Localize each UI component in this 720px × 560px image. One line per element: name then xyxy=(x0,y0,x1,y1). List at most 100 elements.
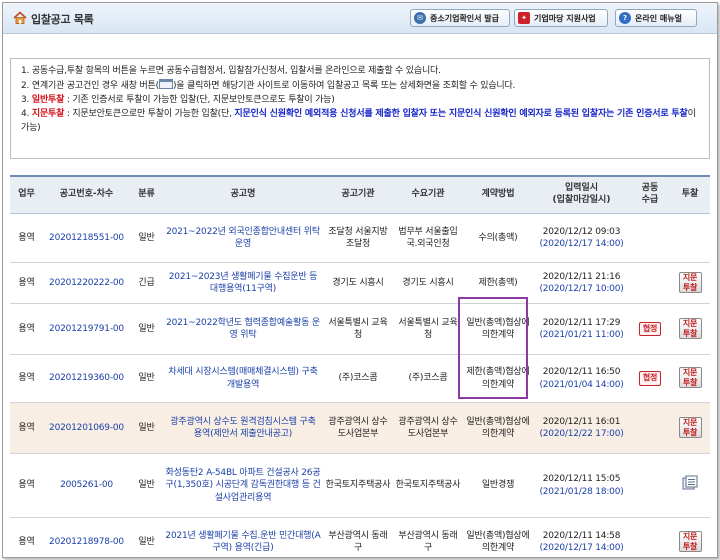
joint-agreement-button[interactable]: 협정 xyxy=(638,321,662,337)
business-support-button[interactable]: ✦ 기업마당 지원사업 xyxy=(514,9,608,27)
table-row[interactable]: 용역 20201218551-00 일반 2021~2022년 외국인종합안내센터 위… xyxy=(10,213,710,263)
cell-biz: 용역 xyxy=(10,402,43,454)
cell-method: 일반(총액)협상에의한계약 xyxy=(463,303,533,355)
notice-line-3: 3. 일반투찰 : 기존 인증서로 투찰이 가능한 입찰(단, 지문보안토큰으로… xyxy=(21,94,335,105)
col-demand: 수요기관 xyxy=(393,175,463,214)
table-header-row: 업무 공고번호-차수 분류 공고명 공고기관 수요기관 계약방법 입력일시 (입찰… xyxy=(10,175,710,214)
cell-name: 차세대 시장시스템(매매체결시스템) 구축 개발용역 xyxy=(163,354,323,403)
cell-demand: 한국토지주택공사 xyxy=(393,453,463,518)
help-icon: ? xyxy=(619,12,631,24)
cell-type: 긴급 xyxy=(130,262,163,304)
notice-line-2: 2. 연계기관 공고건인 경우 새창 버튼()을 클릭하면 해당기관 사이트로 … xyxy=(21,78,516,91)
cell-date: 2020/12/11 16:01 (2020/12/22 17:00) xyxy=(533,402,630,454)
cell-method: 제한(총액)협상에의한계약 xyxy=(463,354,533,403)
table-row[interactable]: 용역 2005261-00 일반 화성동탄2 A-54BL 아파트 건설공사 26공구… xyxy=(10,453,710,518)
cell-biz: 용역 xyxy=(10,453,43,518)
cell-bid: 지문 투찰 xyxy=(670,303,710,355)
cell-type: 일반 xyxy=(130,402,163,454)
new-window-icon[interactable] xyxy=(682,475,698,491)
table-row[interactable]: 용역 20201218978-00 일반 2021년 생활폐기물 수집.운반 민간대행… xyxy=(10,517,710,557)
cell-name: 화성동탄2 A-54BL 아파트 건설공사 26공구(1,350호) 시공단계 … xyxy=(163,453,323,518)
cell-name: 2021년 생활폐기물 수집.운반 민간대행(A구역) 용역(긴급) xyxy=(163,517,323,557)
cell-method: 제한(총액) xyxy=(463,262,533,304)
col-method: 계약방법 xyxy=(463,175,533,214)
cell-notice-no: 20201218551-00 xyxy=(43,213,130,263)
cell-biz: 용역 xyxy=(10,354,43,403)
cell-biz: 용역 xyxy=(10,213,43,263)
cell-org: 부산광역시 동래구 xyxy=(323,517,393,557)
notice-line-1: 1. 공동수급,투찰 항목의 버튼을 누르면 공동수급협정서, 입찰참가신청서,… xyxy=(21,66,441,76)
window-frame: 입찰공고 목록 ✉ 중소기업확인서 발급 ✦ 기업마당 지원사업 ? 온라인 매… xyxy=(2,2,718,558)
fingerprint-bid-button[interactable]: 지문 투찰 xyxy=(678,530,702,552)
notice-name-link[interactable]: 화성동탄2 A-54BL 아파트 건설공사 26공구(1,350호) 시공단계 … xyxy=(165,468,320,502)
notice-no-link[interactable]: 20201201069-00 xyxy=(49,423,124,433)
col-name: 공고명 xyxy=(163,175,323,214)
notice-no-link[interactable]: 20201220222-00 xyxy=(49,278,124,288)
cell-biz: 용역 xyxy=(10,517,43,557)
notice-no-link[interactable]: 20201218551-00 xyxy=(49,233,124,243)
cell-date: 2020/12/11 14:58 (2020/12/17 14:00) xyxy=(533,517,630,557)
cell-notice-no: 20201219360-00 xyxy=(43,354,130,403)
fingerprint-bid-button[interactable]: 지문 투찰 xyxy=(678,271,702,293)
cell-bid: 지문 투찰 xyxy=(670,262,710,304)
table-row[interactable]: 용역 20201219360-00 일반 차세대 시장시스템(매매체결시스템) 구축 … xyxy=(10,354,710,403)
cell-demand: 부산광역시 동래구 xyxy=(393,517,463,557)
cell-notice-no: 20201220222-00 xyxy=(43,262,130,304)
fingerprint-bid-button[interactable]: 지문 투찰 xyxy=(678,367,702,389)
cell-type: 일반 xyxy=(130,303,163,355)
cell-bid: 지문 투찰 xyxy=(670,402,710,454)
cell-org: 경기도 시흥시 xyxy=(323,262,393,304)
notice-name-link[interactable]: 2021년 생활폐기물 수집.운반 민간대행(A구역) 용역(긴급) xyxy=(165,531,320,553)
cell-method: 일반경쟁 xyxy=(463,453,533,518)
table-row[interactable]: 용역 20201219791-00 일반 2021~2022학년도 협력종합예술활동 … xyxy=(10,303,710,355)
cell-notice-no: 2005261-00 xyxy=(43,453,130,518)
notice-name-link[interactable]: 2021~2022학년도 협력종합예술활동 운영 위탁 xyxy=(166,318,320,340)
col-joint: 공동 수급 xyxy=(630,175,670,214)
cell-joint xyxy=(630,517,670,557)
business-support-icon: ✦ xyxy=(518,12,530,24)
notice-name-link[interactable]: 2021~2022년 외국인종합안내센터 위탁운영 xyxy=(166,227,320,249)
notice-no-link[interactable]: 2005261-00 xyxy=(60,480,113,490)
title-bar: 입찰공고 목록 ✉ 중소기업확인서 발급 ✦ 기업마당 지원사업 ? 온라인 매… xyxy=(3,3,717,34)
notice-no-link[interactable]: 20201219360-00 xyxy=(49,373,124,383)
cell-biz: 용역 xyxy=(10,262,43,304)
cell-type: 일반 xyxy=(130,354,163,403)
cell-org: (주)코스콤 xyxy=(323,354,393,403)
col-org: 공고기관 xyxy=(323,175,393,214)
home-icon xyxy=(13,11,27,24)
page-title: 입찰공고 목록 xyxy=(31,13,94,26)
cell-joint xyxy=(630,262,670,304)
cell-name: 2021~2022년 외국인종합안내센터 위탁운영 xyxy=(163,213,323,263)
cell-date: 2020/12/11 16:50 (2021/01/04 14:00) xyxy=(533,354,630,403)
fingerprint-bid-button[interactable]: 지문 투찰 xyxy=(678,317,702,339)
new-window-icon xyxy=(158,78,173,89)
cell-org: 서울특별시 교육청 xyxy=(323,303,393,355)
cell-type: 일반 xyxy=(130,213,163,263)
online-manual-button[interactable]: ? 온라인 매뉴얼 xyxy=(615,9,697,27)
cell-demand: 경기도 시흥시 xyxy=(393,262,463,304)
cell-notice-no: 20201218978-00 xyxy=(43,517,130,557)
table-row[interactable]: 용역 20201220222-00 긴급 2021~2023년 생활폐기물 수집운반 … xyxy=(10,262,710,304)
cell-demand: 광주광역시 상수도사업본부 xyxy=(393,402,463,454)
col-bid: 투찰 xyxy=(670,175,710,214)
joint-agreement-button[interactable]: 협정 xyxy=(638,371,662,386)
notice-name-link[interactable]: 차세대 시장시스템(매매체결시스템) 구축 개발용역 xyxy=(168,367,318,389)
notice-no-link[interactable]: 20201218978-00 xyxy=(49,537,124,547)
cell-org: 조달청 서울지방조달청 xyxy=(323,213,393,263)
cell-joint xyxy=(630,213,670,263)
cell-joint: 협정 xyxy=(630,303,670,355)
sme-certificate-button[interactable]: ✉ 중소기업확인서 발급 xyxy=(410,9,510,27)
cell-joint: 협정 xyxy=(630,354,670,403)
cell-type: 일반 xyxy=(130,517,163,557)
table-row[interactable]: 용역 20201201069-00 일반 광주광역시 상수도 원격검침시스템 구축 용… xyxy=(10,402,710,454)
notice-name-link[interactable]: 광주광역시 상수도 원격검침시스템 구축 용역(제안서 제출안내공고) xyxy=(170,417,316,439)
notice-name-link[interactable]: 2021~2023년 생활폐기물 수집운반 등 대행용역(11구역) xyxy=(169,272,318,294)
cell-method: 일반(총액)협상에의한계약 xyxy=(463,402,533,454)
cell-notice-no: 20201219791-00 xyxy=(43,303,130,355)
cell-joint xyxy=(630,402,670,454)
cell-date: 2020/12/12 09:03 (2020/12/17 14:00) xyxy=(533,213,630,263)
col-notice-no: 공고번호-차수 xyxy=(43,175,130,214)
notice-no-link[interactable]: 20201219791-00 xyxy=(49,324,124,334)
fingerprint-bid-button[interactable]: 지문 투찰 xyxy=(678,416,702,438)
cell-method: 수의(총액) xyxy=(463,213,533,263)
